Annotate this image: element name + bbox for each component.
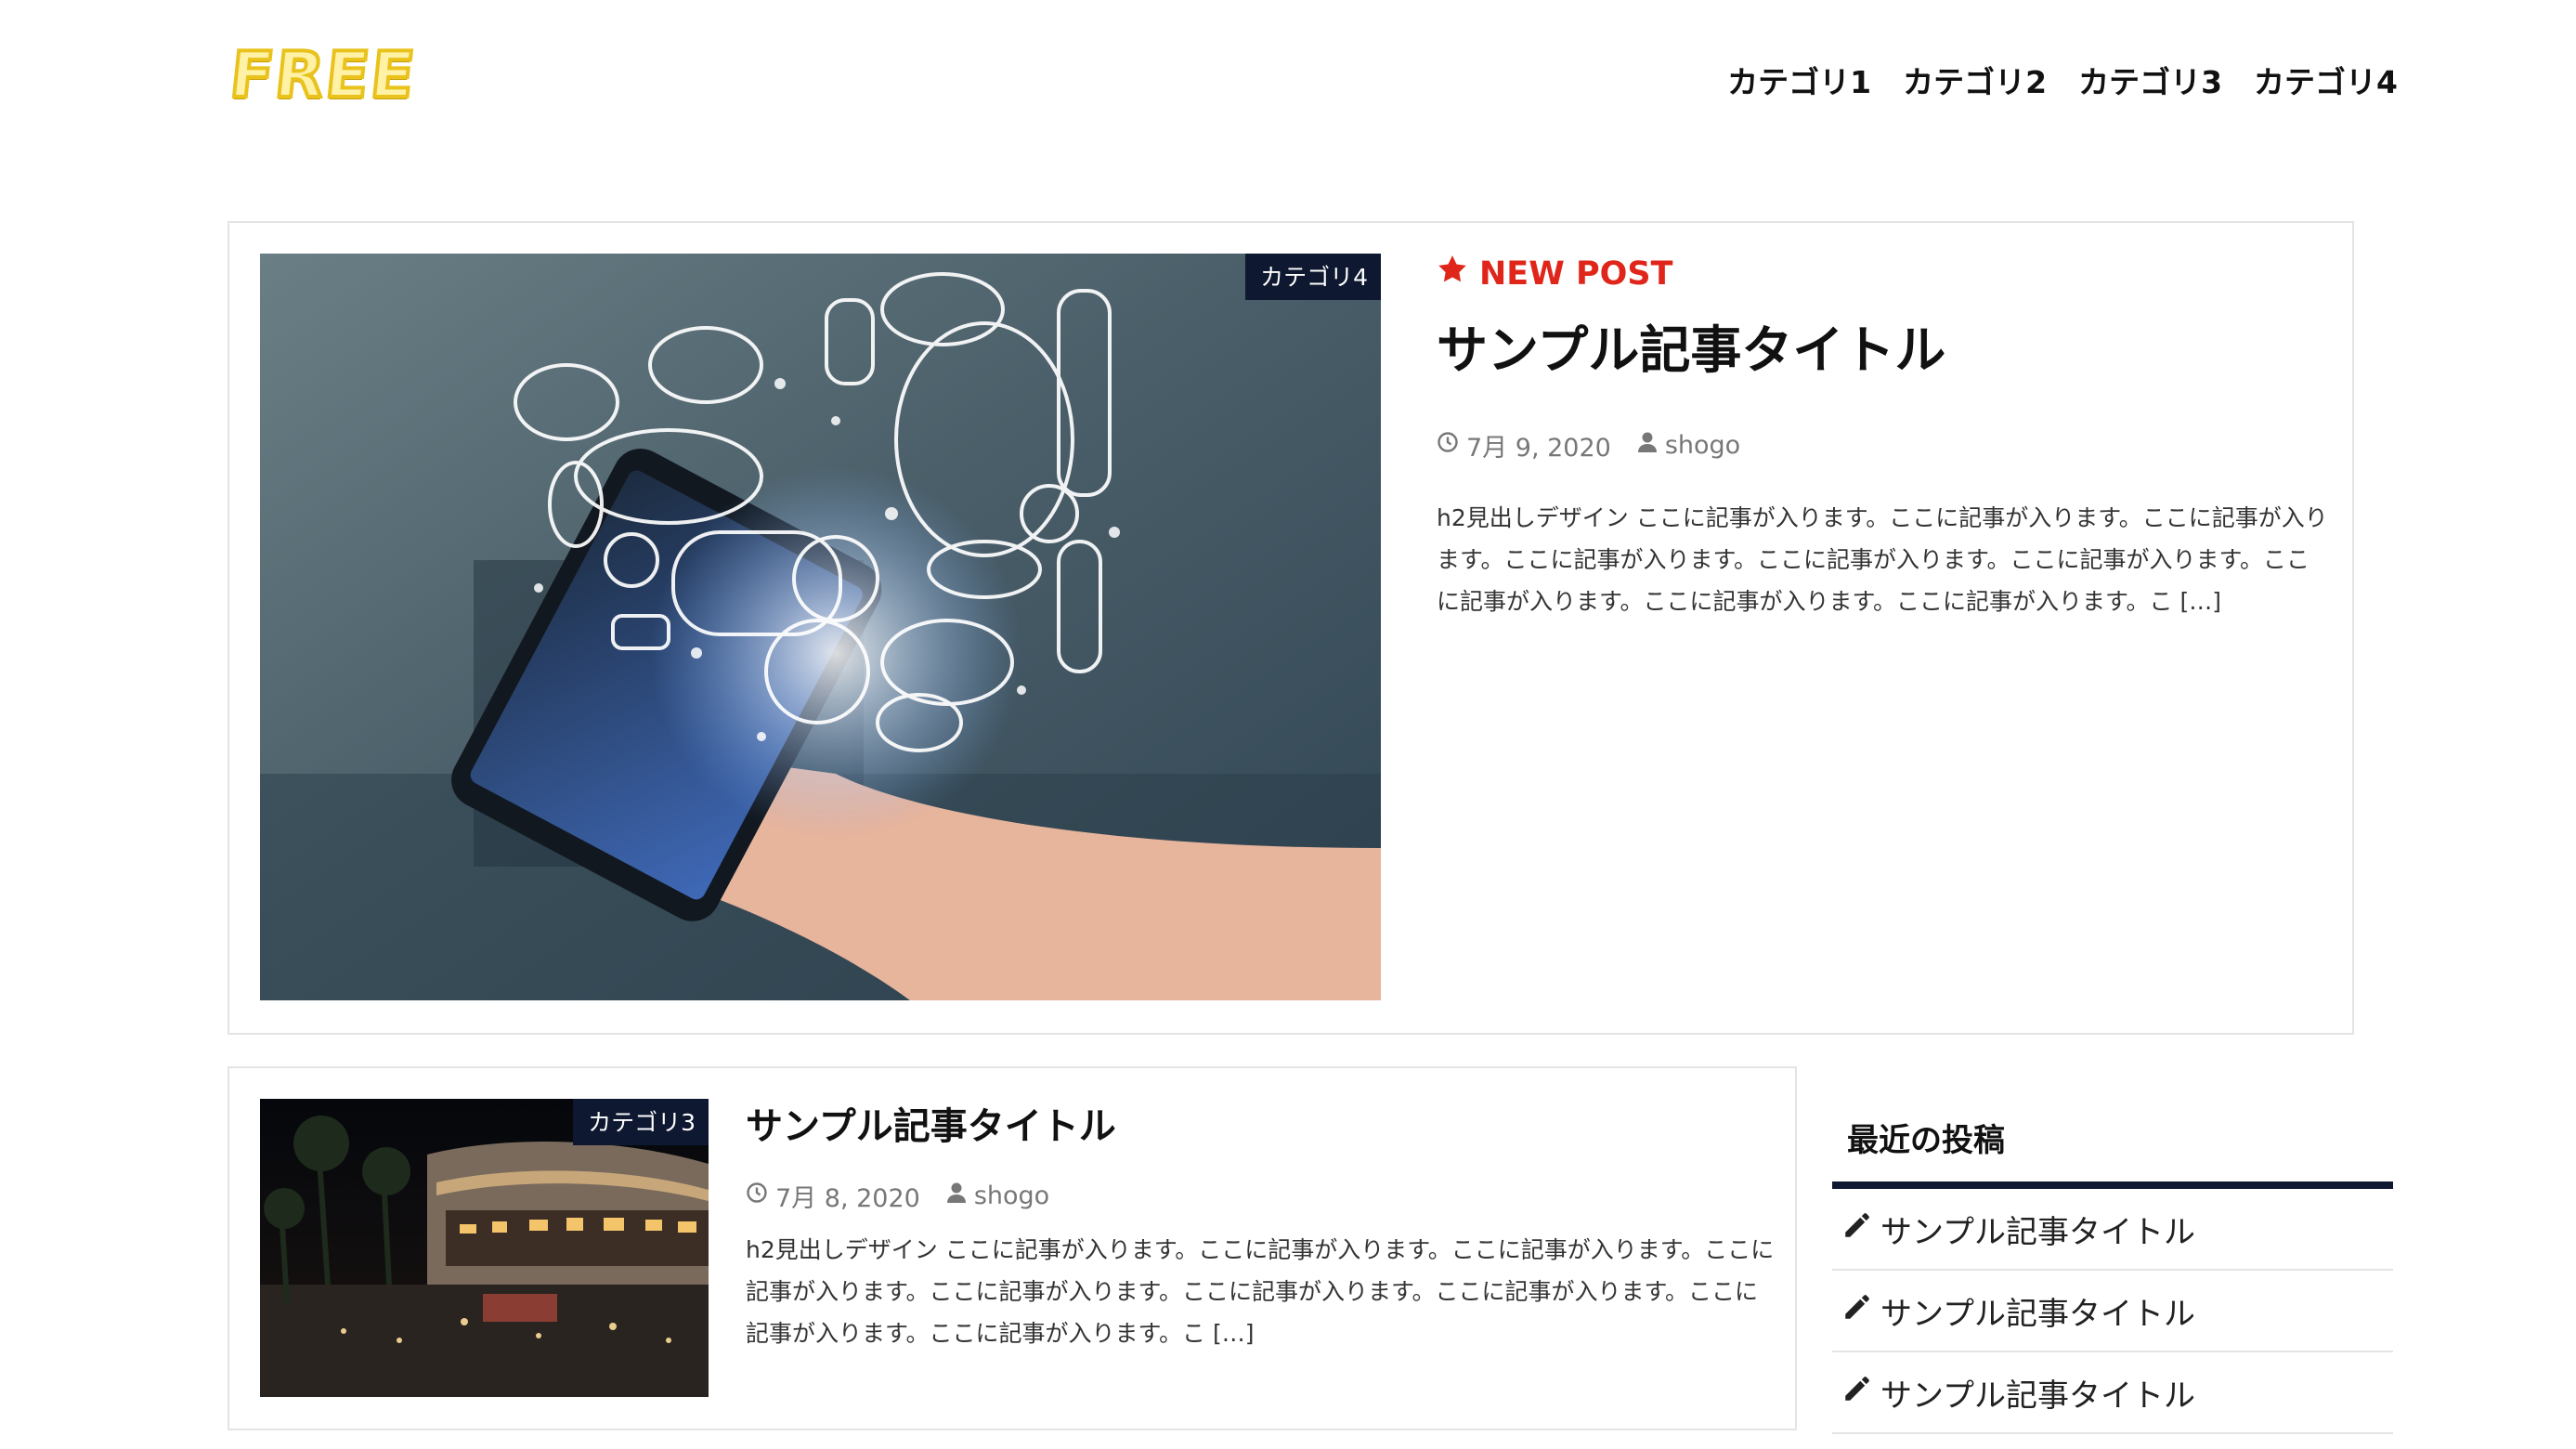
post-date: 7月 9, 2020 [1437,427,1611,463]
nav-item-category2[interactable]: カテゴリ2 [1903,58,2047,102]
featured-post-card[interactable]: カテゴリ4 NEW POST サンプル記事タイトル 7月 9, 2020 sho… [228,221,2354,1035]
clock-icon [1437,431,1459,460]
recent-post-title: サンプル記事タイトル [1880,1213,2195,1251]
post-body: サンプル記事タイトル 7月 8, 2020 shogo h2見出しデザイン ここ… [746,1096,1776,1354]
post-author[interactable]: shogo [1637,431,1740,460]
new-post-label: NEW POST [1437,254,2328,294]
pencil-icon [1841,1209,1873,1249]
new-post-text: NEW POST [1479,255,1673,293]
category-badge[interactable]: カテゴリ4 [1245,254,1381,300]
featured-post-body: NEW POST サンプル記事タイトル 7月 9, 2020 shogo h2見… [1437,254,2328,622]
post-date: 7月 8, 2020 [746,1178,920,1214]
post-date-text: 7月 8, 2020 [775,1184,920,1213]
site-header: FREE カテゴリ1 カテゴリ2 カテゴリ3 カテゴリ4 [0,0,2576,158]
category-badge[interactable]: カテゴリ3 [573,1099,709,1145]
pencil-icon [1841,1373,1873,1413]
sidebar: 最近の投稿 サンプル記事タイトル サンプル記事タイトル サンプル記事タイトル [1832,1115,2393,1434]
logo-text: FREE [225,37,422,114]
post-meta: 7月 9, 2020 shogo [1437,427,2328,463]
main-nav: カテゴリ1 カテゴリ2 カテゴリ3 カテゴリ4 [1727,58,2398,102]
widget-title: 最近の投稿 [1847,1122,2005,1159]
recent-posts-widget: 最近の投稿 サンプル記事タイトル サンプル記事タイトル サンプル記事タイトル [1832,1115,2393,1434]
post-author[interactable]: shogo [946,1181,1049,1210]
nav-item-category4[interactable]: カテゴリ4 [2254,58,2398,102]
post-excerpt: h2見出しデザイン ここに記事が入ります。ここに記事が入ります。ここに記事が入り… [746,1236,1775,1347]
post-title[interactable]: サンプル記事タイトル [746,1096,1776,1150]
star-icon [1437,254,1468,294]
recent-post-title: サンプル記事タイトル [1880,1377,2195,1415]
user-icon [1637,431,1658,460]
site-logo[interactable]: FREE [225,37,422,114]
post-date-text: 7月 9, 2020 [1466,434,1611,463]
post-author-text: shogo [1664,431,1741,460]
widget-divider [1832,1181,2393,1189]
post-author-text: shogo [973,1181,1050,1210]
nav-item-category3[interactable]: カテゴリ3 [2078,58,2222,102]
pencil-icon [1841,1291,1873,1331]
phone-speech-bubbles-image [260,254,1381,1000]
post-meta: 7月 8, 2020 shogo [746,1178,1776,1214]
recent-post-item[interactable]: サンプル記事タイトル [1832,1189,2393,1271]
featured-post-excerpt: h2見出しデザイン ここに記事が入ります。ここに記事が入ります。ここに記事が入り… [1437,504,2328,615]
nav-item-category1[interactable]: カテゴリ1 [1727,58,1871,102]
clock-icon [746,1181,768,1210]
featured-post-thumbnail[interactable]: カテゴリ4 [260,254,1381,1000]
recent-post-item[interactable]: サンプル記事タイトル [1832,1271,2393,1352]
post-thumbnail[interactable]: カテゴリ3 [260,1099,709,1397]
recent-post-item[interactable]: サンプル記事タイトル [1832,1352,2393,1434]
featured-post-title[interactable]: サンプル記事タイトル [1437,308,2328,383]
post-card[interactable]: カテゴリ3 サンプル記事タイトル 7月 8, 2020 shogo h2見出しデ… [228,1066,1797,1430]
recent-post-title: サンプル記事タイトル [1880,1295,2195,1333]
user-icon [946,1181,967,1210]
